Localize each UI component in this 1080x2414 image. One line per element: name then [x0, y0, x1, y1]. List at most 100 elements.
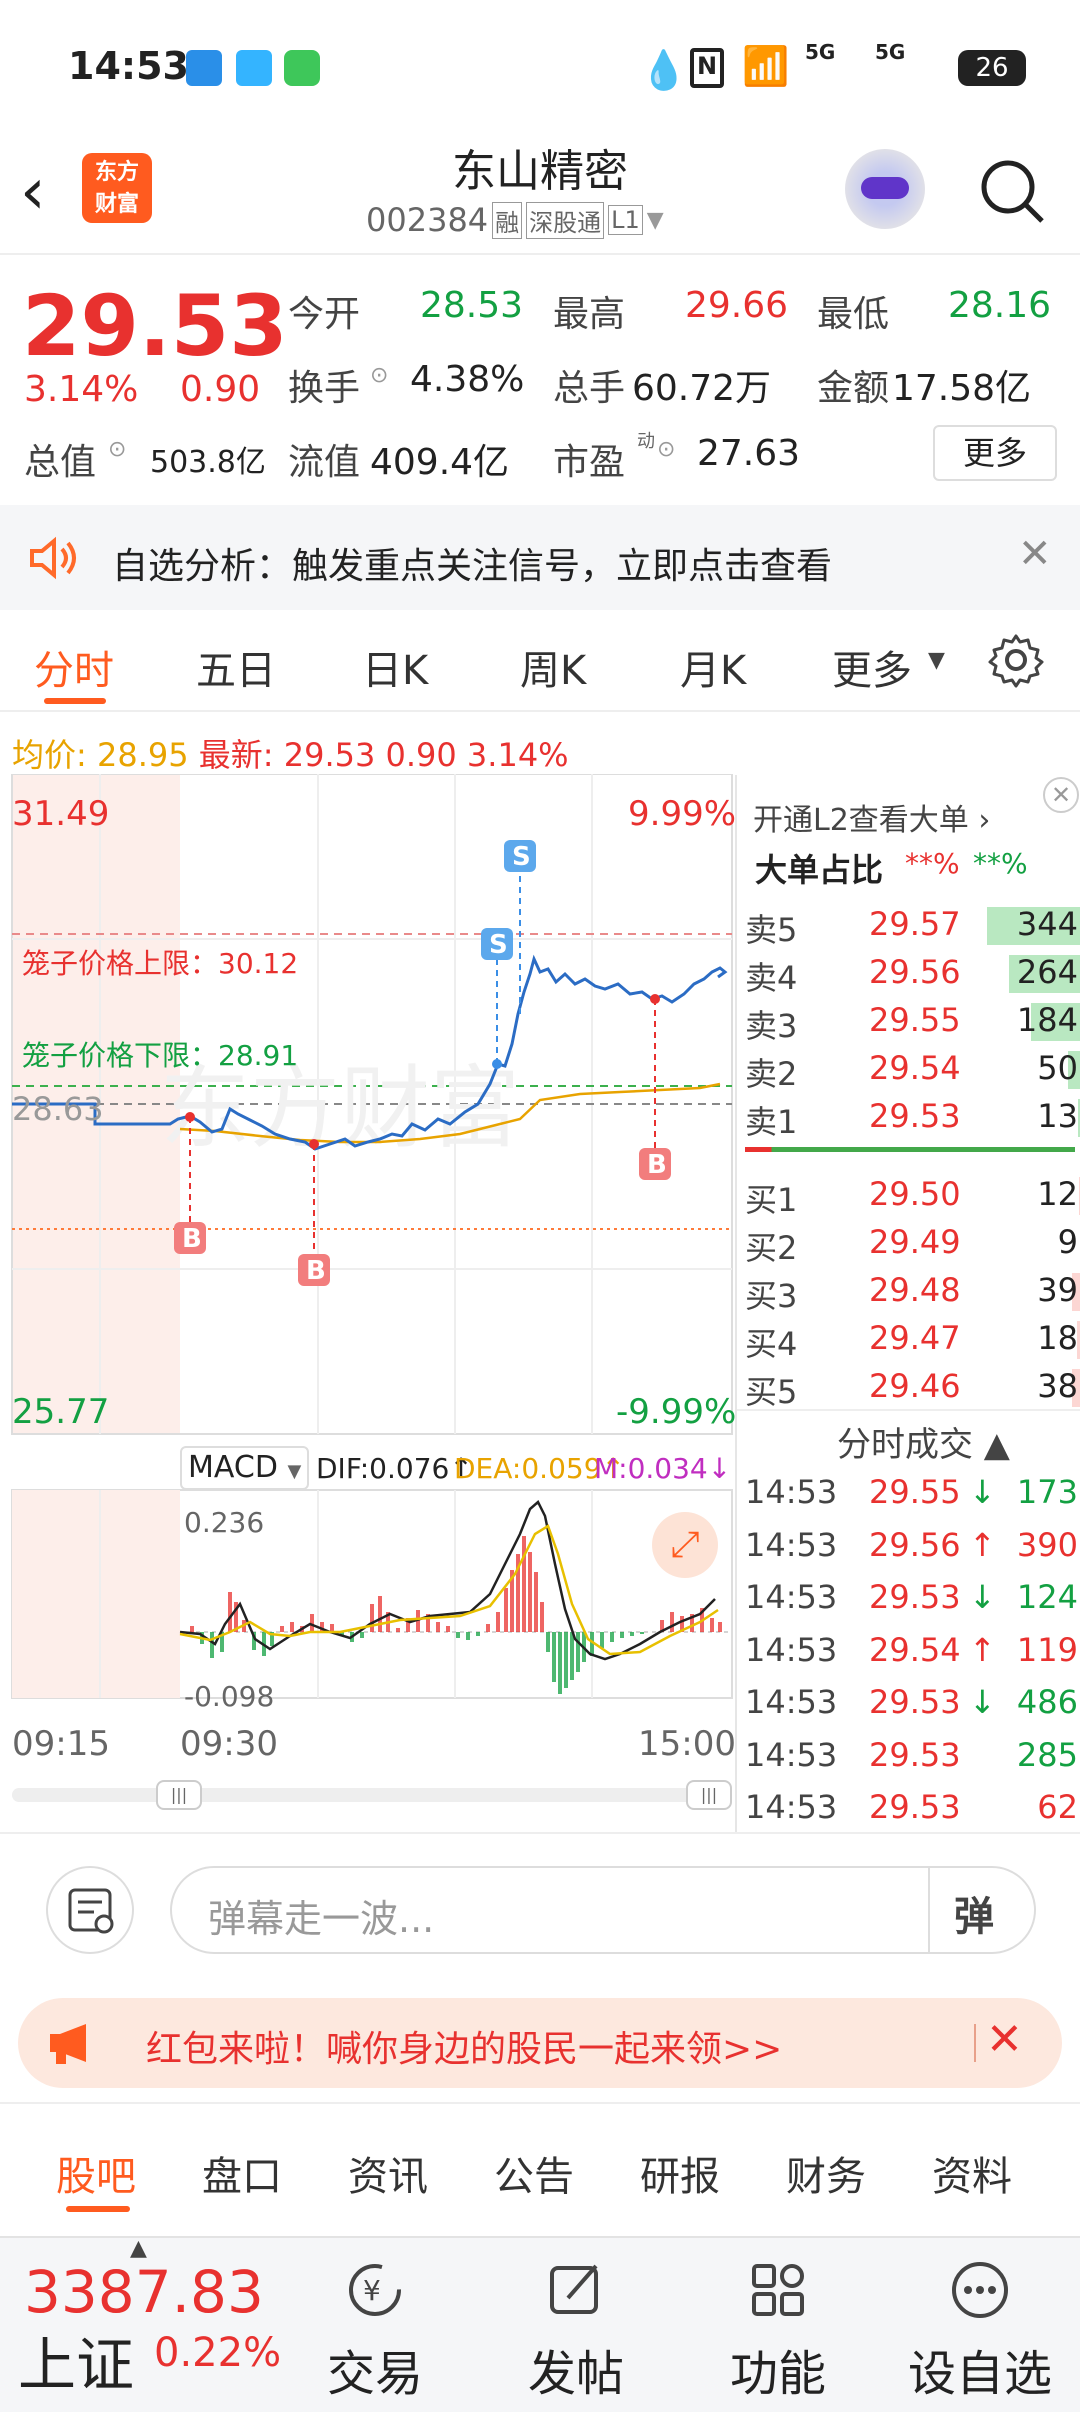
scroll-handle-left[interactable]: |||	[156, 1780, 202, 1810]
danmu-settings-icon[interactable]	[46, 1866, 134, 1954]
tab-more[interactable]: 更多	[832, 638, 912, 696]
bid-price: 29.50	[869, 1175, 961, 1213]
volume-value: 60.72万	[632, 368, 772, 409]
ask-volume: 264	[1016, 953, 1078, 991]
danmu-bar: 弹幕走一波... 弹	[0, 1832, 1080, 1992]
trade-price: 29.53	[869, 1788, 961, 1826]
bid-list: 买1 29.50 12 买2 29.49 9 买3 29.48 39 买4 29.47 18 买5 29.…	[737, 1171, 1080, 1411]
tab-announcement[interactable]: 公告	[494, 2144, 574, 2202]
macd-bar	[228, 1592, 232, 1632]
ask-row[interactable]: 卖5 29.57 344	[737, 901, 1080, 949]
ask-row[interactable]: 卖4 29.56 264	[737, 949, 1080, 997]
megaphone-icon	[50, 2024, 86, 2064]
ask-volume: 13	[1037, 1097, 1078, 1135]
bid-row[interactable]: 买3 29.48 39	[737, 1267, 1080, 1315]
time-open: 09:30	[180, 1724, 278, 1764]
tab-research[interactable]: 研报	[640, 2144, 720, 2202]
tab-intraday[interactable]: 分时	[34, 638, 114, 696]
stock-code: 002384	[366, 201, 489, 239]
ask-row[interactable]: 卖2 29.54 50	[737, 1045, 1080, 1093]
l2-upsell-link[interactable]: 开通L2查看大单 ›	[753, 795, 990, 839]
index-ticker[interactable]: ▲ 3387.83 上证 0.22%	[0, 2236, 300, 2414]
nav-trade[interactable]: ¥ 交易	[285, 2258, 465, 2404]
current-price: 29.53	[22, 277, 288, 375]
ask-price: 29.53	[869, 1097, 961, 1135]
post-icon	[550, 2264, 598, 2314]
search-icon[interactable]	[976, 155, 1048, 227]
trade-row: 14:53 29.53 ↓ 124	[737, 1574, 1080, 1622]
settings-gear-icon[interactable]	[988, 632, 1044, 688]
bid-row[interactable]: 买5 29.46 38	[737, 1363, 1080, 1411]
time-scrollbar[interactable]	[12, 1788, 732, 1802]
status-bar: 14:53 💧 N 📶 5G 5G 26	[0, 0, 1080, 135]
tab-profile[interactable]: 资料	[932, 2144, 1012, 2202]
upper-limit-label: 笼子价格上限：30.12	[22, 947, 299, 980]
macd-bar	[446, 1626, 450, 1632]
tab-weekly-k[interactable]: 周K	[520, 638, 586, 696]
tab-guba[interactable]: 股吧	[56, 2144, 136, 2202]
info-icon[interactable]: ⊙	[370, 363, 388, 388]
float-label: 流值	[288, 442, 361, 483]
robot-assistant-icon[interactable]	[845, 149, 925, 229]
mktcap-value: 503.8亿	[150, 445, 266, 480]
ask-row[interactable]: 卖3 29.55 184	[737, 997, 1080, 1045]
tab-pankou[interactable]: 盘口	[202, 2144, 282, 2202]
red-packet-banner[interactable]: 红包来啦！喊你身边的股民一起来领>> ✕	[18, 1998, 1062, 2088]
bid-row[interactable]: 买1 29.50 12	[737, 1171, 1080, 1219]
trade-list: 14:53 29.55 ↓ 173 14:53 29.56 ↑ 390 14:53 29.53 ↓ 1…	[737, 1469, 1080, 1839]
macd-bar	[360, 1632, 364, 1638]
danmu-input[interactable]: 弹幕走一波... 弹	[170, 1866, 1036, 1954]
more-button[interactable]: 更多	[933, 425, 1057, 481]
close-icon[interactable]: ✕	[1018, 531, 1052, 577]
tab-monthly-k[interactable]: 月K	[680, 638, 746, 696]
content-tab-indicator	[66, 2206, 130, 2212]
bid-price: 29.49	[869, 1223, 961, 1261]
close-l2-icon[interactable]: ✕	[1043, 777, 1079, 813]
trade-row: 14:53 29.53 62	[737, 1784, 1080, 1832]
chevron-down-icon[interactable]: ▼	[647, 208, 664, 233]
info-icon-2[interactable]: ⊙	[108, 437, 126, 462]
macd-top-label: 0.236	[184, 1506, 265, 1539]
trade-time: 14:53	[745, 1735, 838, 1774]
macd-bar	[620, 1632, 624, 1638]
index-pct: 0.22%	[154, 2330, 282, 2376]
open-label: 今开	[288, 294, 361, 335]
scroll-handle-right[interactable]: |||	[686, 1780, 732, 1810]
bid-row[interactable]: 买4 29.47 18	[737, 1315, 1080, 1363]
telegram-icon	[186, 50, 222, 86]
chart-tabs: 分时 五日 日K 周K 月K 更多 ▼	[0, 610, 1080, 712]
time-start: 09:15	[12, 1724, 110, 1764]
macd-bar	[630, 1632, 634, 1636]
close-red-packet-icon[interactable]: ✕	[986, 2014, 1023, 2065]
danmu-toggle-button[interactable]: 弹	[954, 1884, 994, 1942]
ask-row[interactable]: 卖1 29.53 13	[737, 1093, 1080, 1141]
macd-bar	[378, 1596, 382, 1632]
macd-selector[interactable]: MACD ▼	[180, 1446, 310, 1490]
red-packet-text: 红包来啦！喊你身边的股民一起来领>>	[146, 2029, 783, 2070]
expand-icon[interactable]: ⤢	[652, 1512, 718, 1578]
ask-price: 29.55	[869, 1001, 961, 1039]
intraday-chart[interactable]: 均价: 28.95 最新: 29.53 0.90 3.14% 东方财富 B B	[0, 712, 737, 1832]
bid-row[interactable]: 买2 29.49 9	[737, 1219, 1080, 1267]
tab-daily-k[interactable]: 日K	[362, 638, 428, 696]
info-icon-3[interactable]: ⊙	[657, 437, 675, 462]
trades-header[interactable]: 分时成交 ▲	[837, 1417, 1010, 1466]
high-value: 29.66	[685, 285, 789, 326]
nav-post[interactable]: 发帖	[486, 2258, 666, 2404]
macd-bar	[718, 1622, 722, 1632]
nav-add-watchlist[interactable]: 设自选	[890, 2258, 1070, 2404]
macd-m: M:0.034↓	[594, 1452, 732, 1485]
tab-5day[interactable]: 五日	[196, 638, 276, 696]
tab-news[interactable]: 资讯	[348, 2144, 428, 2202]
nav-functions[interactable]: 功能	[688, 2258, 868, 2404]
bid-volume: 38	[1037, 1367, 1078, 1405]
analysis-banner[interactable]: 自选分析：触发重点关注信号，立即点击查看 ✕	[0, 505, 1080, 610]
bid-price: 29.48	[869, 1271, 961, 1309]
volume-label: 总手	[553, 368, 626, 409]
tab-finance[interactable]: 财务	[786, 2144, 866, 2202]
pct-axis-bottom: -9.99%	[616, 1392, 737, 1432]
app-icon	[236, 50, 272, 86]
y-axis-bottom: 25.77	[12, 1392, 110, 1432]
bid-label: 买3	[745, 1277, 798, 1315]
macd-bar	[610, 1632, 614, 1642]
